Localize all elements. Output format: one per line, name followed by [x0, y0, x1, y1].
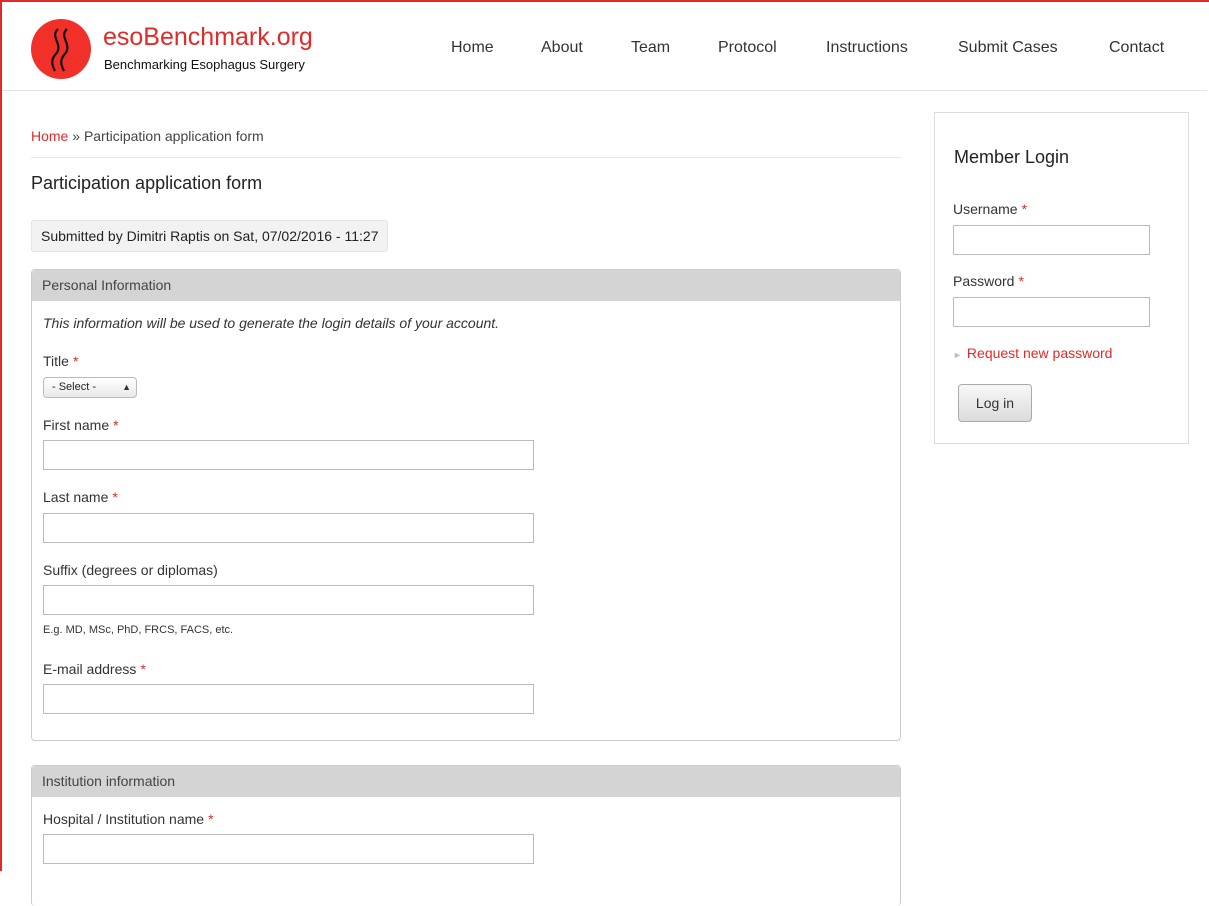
email-label: E-mail address * — [43, 661, 146, 677]
personal-information-description: This information will be used to generat… — [43, 315, 500, 331]
hospital-input[interactable] — [43, 834, 534, 864]
frame-border-left — [0, 0, 2, 871]
bullet-arrow-icon: ► — [953, 350, 962, 360]
suffix-hint: E.g. MD, MSc, PhD, FRCS, FACS, etc. — [43, 624, 234, 636]
title-select-value: - Select - — [52, 381, 97, 393]
submitted-info: Submitted by Dimitri Raptis on Sat, 07/0… — [31, 220, 389, 252]
breadcrumb-divider — [31, 157, 901, 158]
institution-information-legend: Institution information — [32, 766, 900, 797]
suffix-input[interactable] — [43, 585, 534, 615]
hospital-label: Hospital / Institution name * — [43, 811, 214, 827]
member-login-block: Member Login Username * Password * ► Reques… — [934, 112, 1189, 444]
member-login-title: Member Login — [954, 147, 1070, 167]
nav-contact[interactable]: Contact — [1109, 39, 1164, 57]
nav-submit-cases[interactable]: Submit Cases — [958, 39, 1058, 57]
nav-instructions[interactable]: Instructions — [826, 39, 908, 57]
main-nav: Home About Team Protocol Instructions Su… — [2, 39, 1207, 63]
title-select[interactable]: - Select - ▲ — [43, 377, 137, 398]
title-label: Title * — [43, 353, 79, 369]
last-name-label: Last name * — [43, 489, 118, 505]
select-arrows-icon: ▲ — [122, 382, 131, 392]
password-input[interactable] — [953, 297, 1150, 327]
password-label: Password * — [953, 273, 1024, 289]
request-password-item: ► Request new password — [953, 345, 1112, 361]
breadcrumb-current: Participation application form — [83, 128, 264, 144]
username-input[interactable] — [953, 225, 1150, 255]
breadcrumb-home-link[interactable]: Home — [31, 128, 68, 144]
username-label: Username * — [953, 201, 1028, 217]
nav-protocol[interactable]: Protocol — [718, 39, 777, 57]
personal-information-legend: Personal Information — [32, 270, 900, 301]
nav-about[interactable]: About — [541, 39, 583, 57]
institution-information-fieldset: Institution information Hospital / Insti… — [31, 765, 901, 906]
nav-home[interactable]: Home — [451, 39, 494, 57]
breadcrumb: Home » Participation application form — [31, 128, 264, 144]
last-name-input[interactable] — [43, 513, 534, 543]
site-header: esoBenchmark.org Benchmarking Esophagus … — [2, 2, 1207, 91]
breadcrumb-separator: » — [72, 128, 81, 144]
nav-team[interactable]: Team — [631, 39, 670, 57]
email-input[interactable] — [43, 684, 534, 714]
page-title: Participation application form — [31, 173, 263, 193]
log-in-button[interactable]: Log in — [958, 384, 1032, 422]
first-name-input[interactable] — [43, 440, 534, 470]
request-new-password-link[interactable]: Request new password — [967, 345, 1113, 361]
first-name-label: First name * — [43, 417, 119, 433]
personal-information-fieldset: Personal Information This information wi… — [31, 269, 901, 741]
suffix-label: Suffix (degrees or diplomas) — [43, 562, 218, 578]
